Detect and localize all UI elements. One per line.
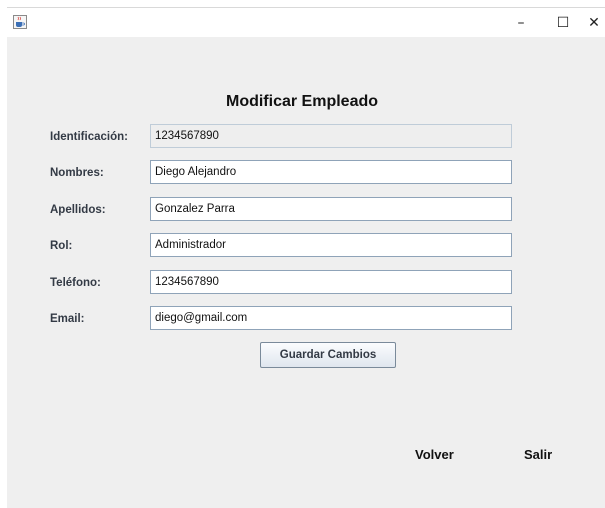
apellidos-label: Apellidos: (50, 204, 106, 216)
rol-field[interactable] (150, 233, 512, 257)
minimize-button[interactable]: – (500, 8, 542, 38)
apellidos-field[interactable] (150, 197, 512, 221)
back-button[interactable]: Volver (415, 447, 454, 462)
rol-label: Rol: (50, 240, 73, 252)
nombres-field[interactable] (150, 160, 512, 184)
telefono-label: Teléfono: (50, 277, 101, 289)
identificacion-label: Identificación: (50, 131, 128, 143)
nombres-label: Nombres: (50, 167, 104, 179)
java-cup-icon (13, 15, 27, 29)
form-title: Modificar Empleado (225, 93, 379, 110)
email-label: Email: (50, 313, 85, 325)
form-panel: Modificar Empleado Identificación: Nombr… (7, 37, 605, 508)
title-bar: – ☐ ✕ (7, 7, 605, 38)
close-button[interactable]: ✕ (573, 8, 605, 38)
exit-button[interactable]: Salir (524, 447, 552, 462)
email-field[interactable] (150, 306, 512, 330)
app-window: – ☐ ✕ Modificar Empleado Identificación:… (0, 0, 605, 508)
identificacion-field[interactable] (150, 124, 512, 148)
telefono-field[interactable] (150, 270, 512, 294)
save-changes-button[interactable]: Guardar Cambios (260, 342, 396, 368)
